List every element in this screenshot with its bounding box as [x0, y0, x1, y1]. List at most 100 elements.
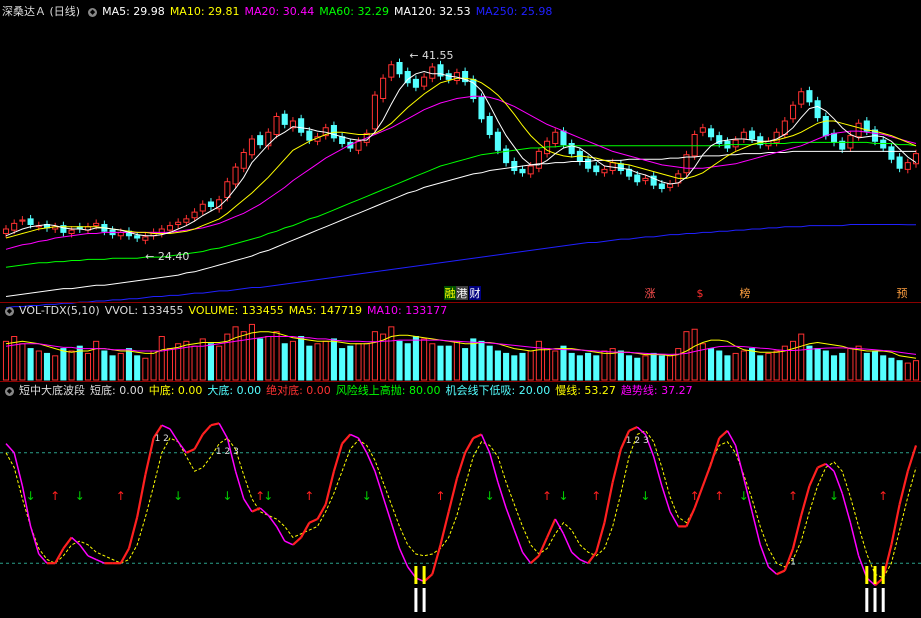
candle-body	[789, 104, 797, 120]
volume-bar	[199, 338, 206, 381]
trend-line-segment	[357, 437, 368, 454]
trend-line-segment	[488, 452, 499, 483]
volume-bar	[839, 352, 846, 381]
buy-arrow-icon: ↑	[50, 489, 60, 503]
candle-body	[888, 146, 895, 160]
volume-bar	[93, 340, 100, 381]
volume-bar	[27, 348, 34, 381]
volume-bar	[363, 343, 370, 381]
candle-body	[880, 139, 887, 149]
trend-line-segment	[546, 518, 557, 538]
volume-bar	[52, 355, 59, 381]
trend-line-segment	[685, 507, 696, 527]
volume-bar	[863, 352, 870, 381]
volume-bar	[429, 343, 436, 381]
trend-line-segment	[439, 511, 450, 546]
volume-bar	[732, 352, 739, 381]
volume-bar	[101, 350, 108, 381]
trend-line-segment	[579, 558, 589, 564]
volume-bar	[847, 348, 854, 381]
candle-body	[355, 140, 362, 151]
volume-bar	[912, 360, 920, 381]
peak-count-label: 1 2 3	[626, 436, 649, 446]
volume-bar	[593, 355, 600, 381]
trend-line-segment	[529, 555, 540, 565]
high-price-marker: ← 41.55	[409, 49, 453, 62]
trend-line-segment	[54, 547, 65, 564]
trend-line-segment	[243, 498, 253, 513]
sell-arrow-icon: ↓	[362, 489, 372, 503]
volume-bar	[716, 350, 723, 381]
trend-line-segment	[300, 522, 311, 538]
trend-line-segment	[817, 462, 827, 469]
indicator-legend: 短中大底波段 短底: 0.00 中底: 0.00 大底: 0.00 绝对底: 0.00 风…	[19, 384, 698, 397]
sell-arrow-icon: ↓	[640, 489, 650, 503]
candle-body	[519, 168, 526, 174]
candle-body	[740, 131, 747, 140]
ma5-line	[5, 70, 917, 237]
bottom-signal-mark	[865, 566, 869, 584]
bottom-signal-mark	[422, 566, 426, 584]
trend-line-segment	[332, 443, 344, 472]
indicator-label-1: 短底: 0.00	[90, 384, 144, 397]
volume-bar	[158, 336, 165, 381]
slow-line	[5, 430, 917, 579]
event-tag-text: $	[697, 287, 704, 300]
volume-bar	[544, 348, 551, 381]
candle-body	[306, 130, 313, 141]
trend-line-segment	[136, 474, 147, 518]
trend-line-segment	[127, 516, 139, 549]
candle-body	[535, 150, 542, 169]
indicator-settings-icon[interactable]: ◆	[5, 306, 14, 316]
volume-label-2: VOLUME: 133455	[188, 304, 284, 317]
candle-body	[191, 211, 198, 219]
trend-line-segment	[661, 485, 671, 512]
trend-line-segment	[292, 536, 302, 546]
trend-line-segment	[472, 433, 482, 440]
trend-line-segment	[177, 441, 187, 454]
trend-line-segment	[161, 424, 171, 430]
volume-bar	[748, 348, 756, 381]
candle-body	[412, 78, 419, 88]
buy-arrow-icon: ↑	[542, 489, 552, 503]
trend-line-segment	[87, 555, 97, 561]
candle-body	[552, 131, 559, 144]
candle-body	[642, 177, 649, 182]
trend-line-segment	[808, 467, 819, 487]
candle-body	[601, 168, 608, 174]
candle-body	[240, 152, 247, 169]
candle-body	[183, 218, 190, 223]
event-tag-text: 财	[470, 286, 481, 300]
volume-bar	[724, 355, 731, 381]
candle-body	[429, 66, 436, 79]
ma20-line	[5, 95, 917, 250]
trend-line-segment	[800, 485, 811, 516]
volume-bar	[896, 360, 903, 381]
candle-body	[257, 135, 264, 146]
trend-line-segment	[144, 437, 155, 476]
trend-line-segment	[390, 522, 401, 549]
volume-bar	[527, 350, 534, 381]
volume-bar	[822, 350, 829, 381]
volume-bar	[658, 355, 665, 381]
candle-body	[658, 183, 665, 189]
candle-body	[822, 116, 829, 137]
candle-body	[396, 62, 403, 75]
candle-body	[11, 222, 18, 231]
candle-body	[93, 222, 100, 227]
indicator-settings-icon-2[interactable]: ◆	[5, 386, 14, 396]
candle-body	[527, 165, 534, 175]
trend-line-segment	[350, 433, 359, 439]
candle-body	[27, 218, 34, 225]
volume-bar	[634, 357, 641, 381]
bottom-signal-bar	[873, 588, 877, 612]
trend-line-segment	[366, 452, 376, 472]
volume-bar	[535, 340, 542, 381]
indicator-label-7: 慢线: 53.27	[555, 384, 616, 397]
volume-bar	[421, 338, 428, 381]
trend-line-segment	[210, 422, 220, 427]
volume-bar	[601, 350, 608, 381]
trend-line-segment	[234, 470, 245, 500]
trend-line-segment	[701, 463, 713, 487]
trend-line-segment	[398, 548, 409, 568]
